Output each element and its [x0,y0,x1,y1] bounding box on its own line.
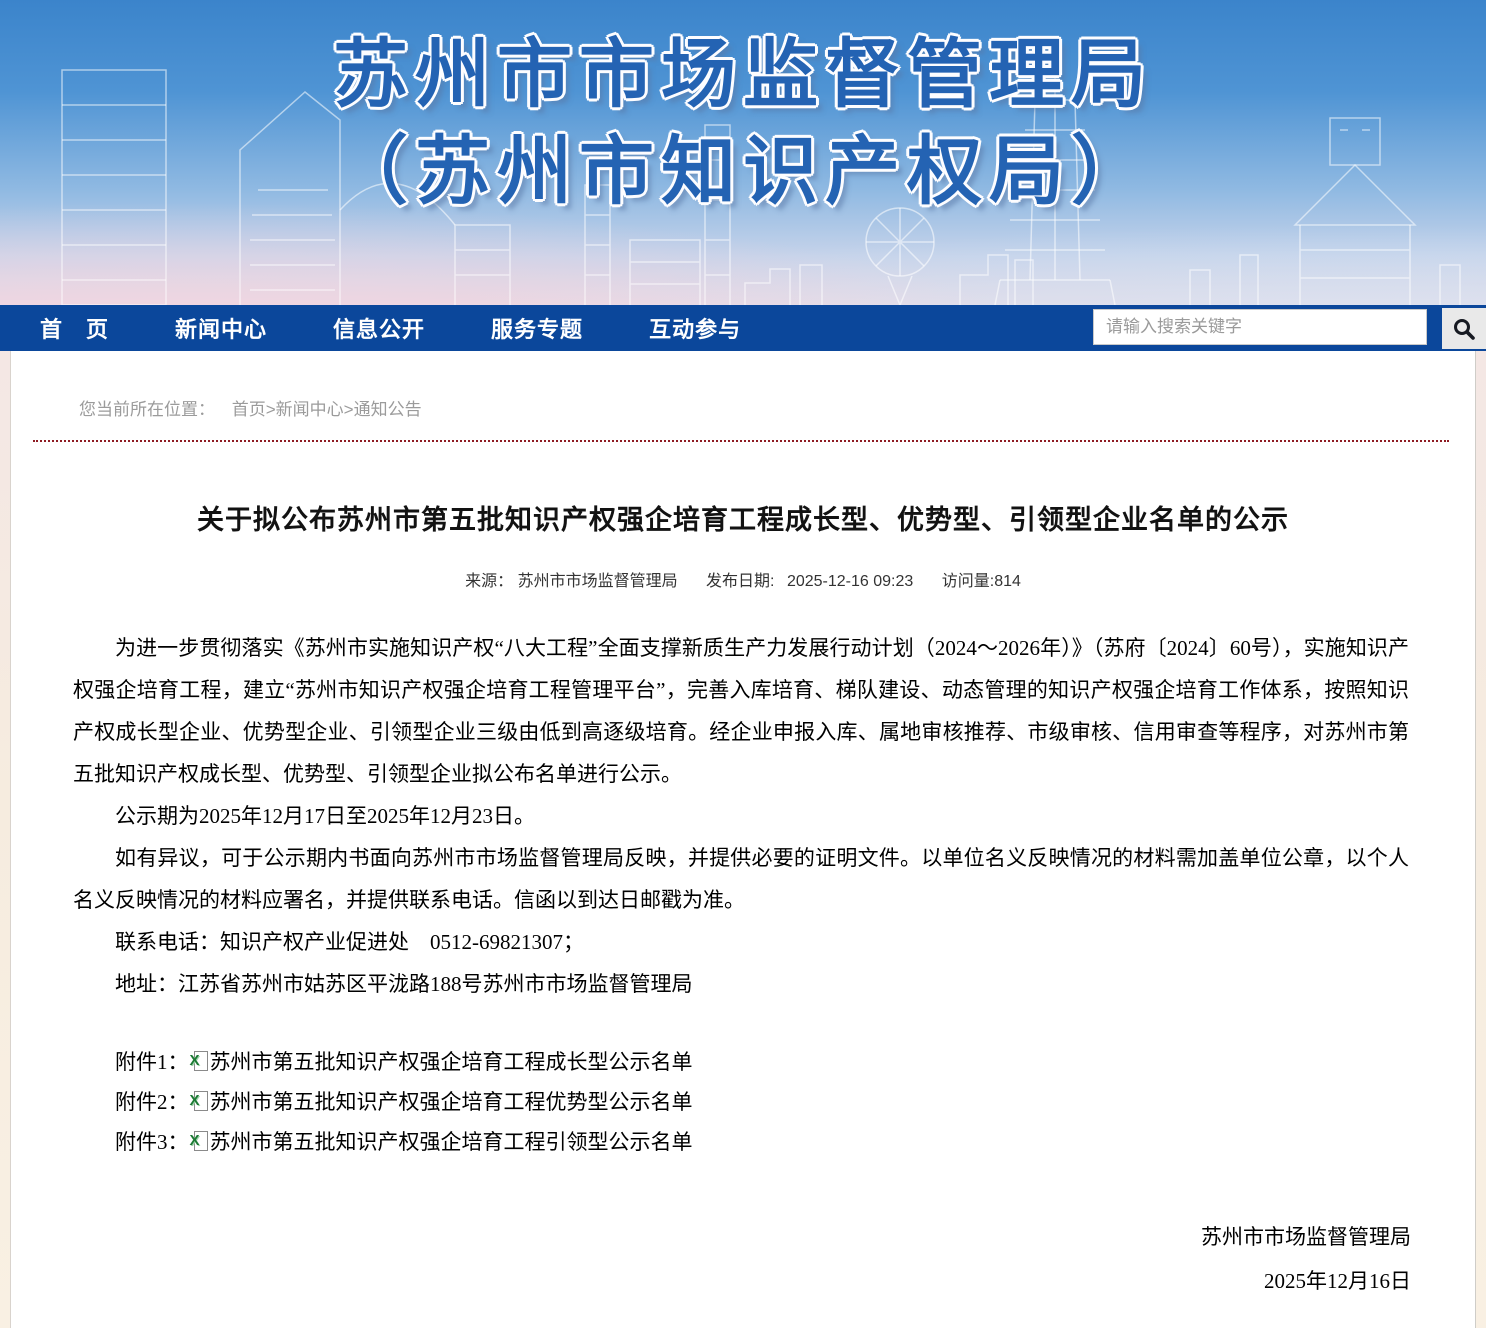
excel-file-icon: X [190,1091,208,1111]
main-navbar: 首 页 新闻中心 信息公开 服务专题 互动参与 [0,305,1486,351]
attachment-row: 附件1： X 苏州市第五批知识产权强企培育工程成长型公示名单 [73,1041,1409,1081]
attachment-link[interactable]: 苏州市第五批知识产权强企培育工程成长型公示名单 [210,1046,693,1076]
content-panel: 您当前所在位置： 首页>新闻中心>通知公告 关于拟公布苏州市第五批知识产权强企培… [10,351,1476,1328]
nav-item-service-topics[interactable]: 服务专题 [491,312,583,344]
meta-date-value: 2025-12-16 09:23 [787,573,913,590]
attachment-row: 附件2： X 苏州市第五批知识产权强企培育工程优势型公示名单 [73,1081,1409,1121]
signature-org: 苏州市市场监督管理局 [11,1215,1411,1259]
attachment-link[interactable]: 苏州市第五批知识产权强企培育工程引领型公示名单 [210,1126,693,1156]
attachment-label: 附件3： [115,1126,189,1156]
meta-source-label: 来源： [465,573,513,590]
attachments-list: 附件1： X 苏州市第五批知识产权强企培育工程成长型公示名单 附件2： X 苏州… [73,1041,1409,1161]
attachment-label: 附件1： [115,1046,189,1076]
paragraph-contact-phone: 联系电话：知识产权产业促进处 0512-69821307； [73,921,1409,963]
meta-date-label: 发布日期: [706,573,774,590]
site-banner: 苏州市市场监督管理局 （苏州市知识产权局） [0,0,1486,305]
paragraph-address: 地址：江苏省苏州市姑苏区平泷路188号苏州市市场监督管理局 [73,963,1409,1005]
site-title-line1: 苏州市市场监督管理局 [0,26,1486,123]
nav-item-interaction[interactable]: 互动参与 [649,312,741,344]
breadcrumb-prefix: 您当前所在位置： [79,400,215,419]
meta-views-label: 访问量: [942,573,994,590]
nav-item-home[interactable]: 首 页 [40,312,109,344]
article-meta: 来源： 苏州市市场监督管理局 发布日期: 2025-12-16 09:23 访问… [11,567,1475,591]
article-body: 为进一步贯彻落实《苏州市实施知识产权“八大工程”全面支撑新质生产力发展行动计划（… [73,627,1409,1005]
site-title: 苏州市市场监督管理局 （苏州市知识产权局） [0,26,1486,220]
attachment-row: 附件3： X 苏州市第五批知识产权强企培育工程引领型公示名单 [73,1121,1409,1161]
breadcrumb: 您当前所在位置： 首页>新闻中心>通知公告 [11,351,1475,420]
search-icon [1452,317,1476,341]
nav-item-news[interactable]: 新闻中心 [175,312,267,344]
meta-source-value: 苏州市市场监督管理局 [518,573,678,590]
site-title-line2: （苏州市知识产权局） [0,123,1486,220]
search-input[interactable] [1093,309,1427,345]
excel-file-icon: X [190,1051,208,1071]
excel-file-icon: X [190,1131,208,1151]
attachment-label: 附件2： [115,1086,189,1116]
paragraph: 公示期为2025年12月17日至2025年12月23日。 [73,795,1409,837]
page-title: 关于拟公布苏州市第五批知识产权强企培育工程成长型、优势型、引领型企业名单的公示 [71,498,1415,537]
signature-date: 2025年12月16日 [11,1259,1411,1303]
search-button[interactable] [1442,308,1486,349]
attachment-link[interactable]: 苏州市第五批知识产权强企培育工程优势型公示名单 [210,1086,693,1116]
signature-block: 苏州市市场监督管理局 2025年12月16日 [11,1215,1411,1303]
breadcrumb-path[interactable]: 首页>新闻中心>通知公告 [232,400,422,419]
nav-item-info-disclosure[interactable]: 信息公开 [333,312,425,344]
paragraph: 如有异议，可于公示期内书面向苏州市市场监督管理局反映，并提供必要的证明文件。以单… [73,837,1409,921]
meta-views-value: 814 [994,573,1021,590]
paragraph: 为进一步贯彻落实《苏州市实施知识产权“八大工程”全面支撑新质生产力发展行动计划（… [73,627,1409,795]
dotted-divider [33,440,1449,442]
